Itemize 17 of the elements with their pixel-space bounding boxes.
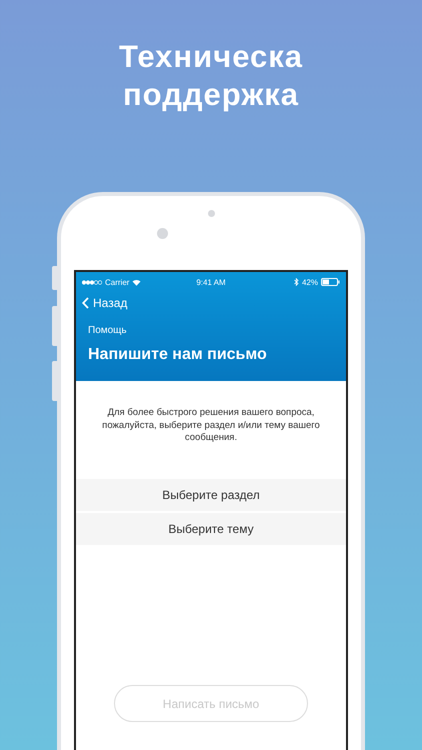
bluetooth-icon [294, 278, 299, 286]
battery-percent: 42% [302, 278, 318, 286]
section-label: Помощь [88, 325, 128, 336]
chevron-left-icon [82, 297, 89, 309]
battery-icon [321, 278, 340, 286]
carrier-label: Carrier [105, 278, 130, 286]
phone-camera [157, 228, 168, 239]
signal-icon [82, 280, 102, 284]
phone-speaker [208, 210, 214, 217]
page-title: Напишите нам письмо [88, 346, 268, 364]
intro-text: Для более быстрого решения вашего вопроса, пожалуйста, выберите раздел и/или тему вашего сообщения. [101, 407, 321, 444]
back-link[interactable]: Назад [82, 296, 128, 310]
picker-row[interactable]: Выберите раздел [76, 478, 346, 510]
status-time: 9:41 AM [196, 278, 226, 286]
picker-row[interactable]: Выберите тему [76, 512, 346, 544]
headline: Техническа поддержка [118, 38, 304, 114]
wifi-icon [132, 278, 142, 286]
